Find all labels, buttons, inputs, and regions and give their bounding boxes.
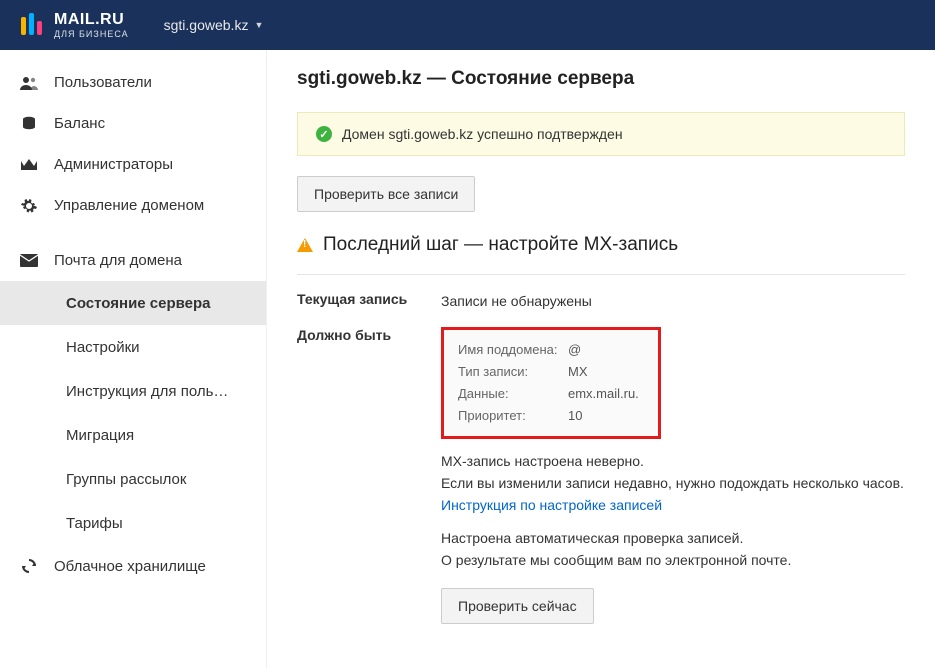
envelope-icon [18,254,40,267]
sidebar-sub-mailing-groups[interactable]: Группы рассылок [0,457,266,501]
check-icon: ✓ [316,126,332,142]
sidebar-item-cloud-storage[interactable]: Облачное хранилище [0,545,266,587]
sidebar-item-label: Управление доменом [54,197,204,214]
mx-type-val: MX [568,362,588,382]
gear-icon [18,198,40,214]
app-header: MAIL.RU ДЛЯ БИЗНЕСА sgti.goweb.kz ▼ [0,0,935,50]
main-content: sgti.goweb.kz — Состояние сервера ✓ Доме… [266,50,935,668]
sidebar-item-mail-for-domain[interactable]: Почта для домена [0,240,266,281]
sidebar-sub-tariffs[interactable]: Тарифы [0,501,266,545]
current-record-row: Текущая запись Записи не обнаружены [297,291,905,313]
step-heading: Последний шаг — настройте MX-запись [297,234,905,256]
should-be-row: Должно быть Имя поддомена:@ Тип записи:M… [297,327,905,624]
warning-icon [297,238,313,252]
divider [297,274,905,275]
current-record-value: Записи не обнаружены [441,291,905,313]
mx-instructions-link[interactable]: Инструкция по настройке записей [441,497,662,513]
mx-note-2: Если вы изменили записи недавно, нужно п… [441,473,905,495]
cloud-sync-icon [18,557,40,575]
check-now-button[interactable]: Проверить сейчас [441,588,594,624]
sidebar-item-label: Администраторы [54,156,173,173]
sidebar-sub-migration[interactable]: Миграция [0,413,266,457]
mx-subdomain-key: Имя поддомена: [458,340,568,360]
sidebar-item-users[interactable]: Пользователи [0,62,266,103]
mx-data-val: emx.mail.ru. [568,384,639,404]
domain-selector-label: sgti.goweb.kz [164,17,249,33]
sidebar-item-label: Пользователи [54,74,152,91]
database-icon [18,116,40,132]
success-alert: ✓ Домен sgti.goweb.kz успешно подтвержде… [297,112,905,156]
mx-type-key: Тип записи: [458,362,568,382]
crown-icon [18,158,40,172]
page-title: sgti.goweb.kz — Состояние сервера [297,68,905,90]
mx-note-1: MX-запись настроена неверно. [441,451,905,473]
sidebar-item-label: Почта для домена [54,252,182,269]
sidebar-item-balance[interactable]: Баланс [0,103,266,144]
users-icon [18,75,40,91]
success-text: Домен sgti.goweb.kz успешно подтвержден [342,126,623,142]
sidebar-item-admins[interactable]: Администраторы [0,144,266,185]
sidebar-item-label: Баланс [54,115,105,132]
sidebar-item-domain-management[interactable]: Управление доменом [0,185,266,226]
auto-check-2: О результате мы сообщим вам по электронн… [441,550,905,572]
mx-subdomain-val: @ [568,340,581,360]
sidebar: Пользователи Баланс Администраторы Управ… [0,50,266,668]
mx-priority-key: Приоритет: [458,406,568,426]
auto-check-1: Настроена автоматическая проверка записе… [441,528,905,550]
brand-logo: MAIL.RU ДЛЯ БИЗНЕСА [18,11,129,39]
mx-priority-val: 10 [568,406,582,426]
logo-icon [18,11,46,39]
sidebar-item-label: Облачное хранилище [54,558,206,575]
mx-data-key: Данные: [458,384,568,404]
chevron-down-icon: ▼ [254,20,263,30]
step-title: Последний шаг — настройте MX-запись [323,234,678,256]
brand-main: MAIL.RU [54,12,129,28]
sidebar-sub-settings[interactable]: Настройки [0,325,266,369]
brand-sub: ДЛЯ БИЗНЕСА [54,30,129,39]
sidebar-sub-server-status[interactable]: Состояние сервера [0,281,266,325]
sidebar-sub-user-instructions[interactable]: Инструкция для поль… [0,369,266,413]
check-all-records-button[interactable]: Проверить все записи [297,176,475,212]
domain-selector[interactable]: sgti.goweb.kz ▼ [164,17,264,33]
mx-record-box: Имя поддомена:@ Тип записи:MX Данные:emx… [441,327,661,440]
should-be-label: Должно быть [297,327,441,343]
current-record-label: Текущая запись [297,291,441,307]
